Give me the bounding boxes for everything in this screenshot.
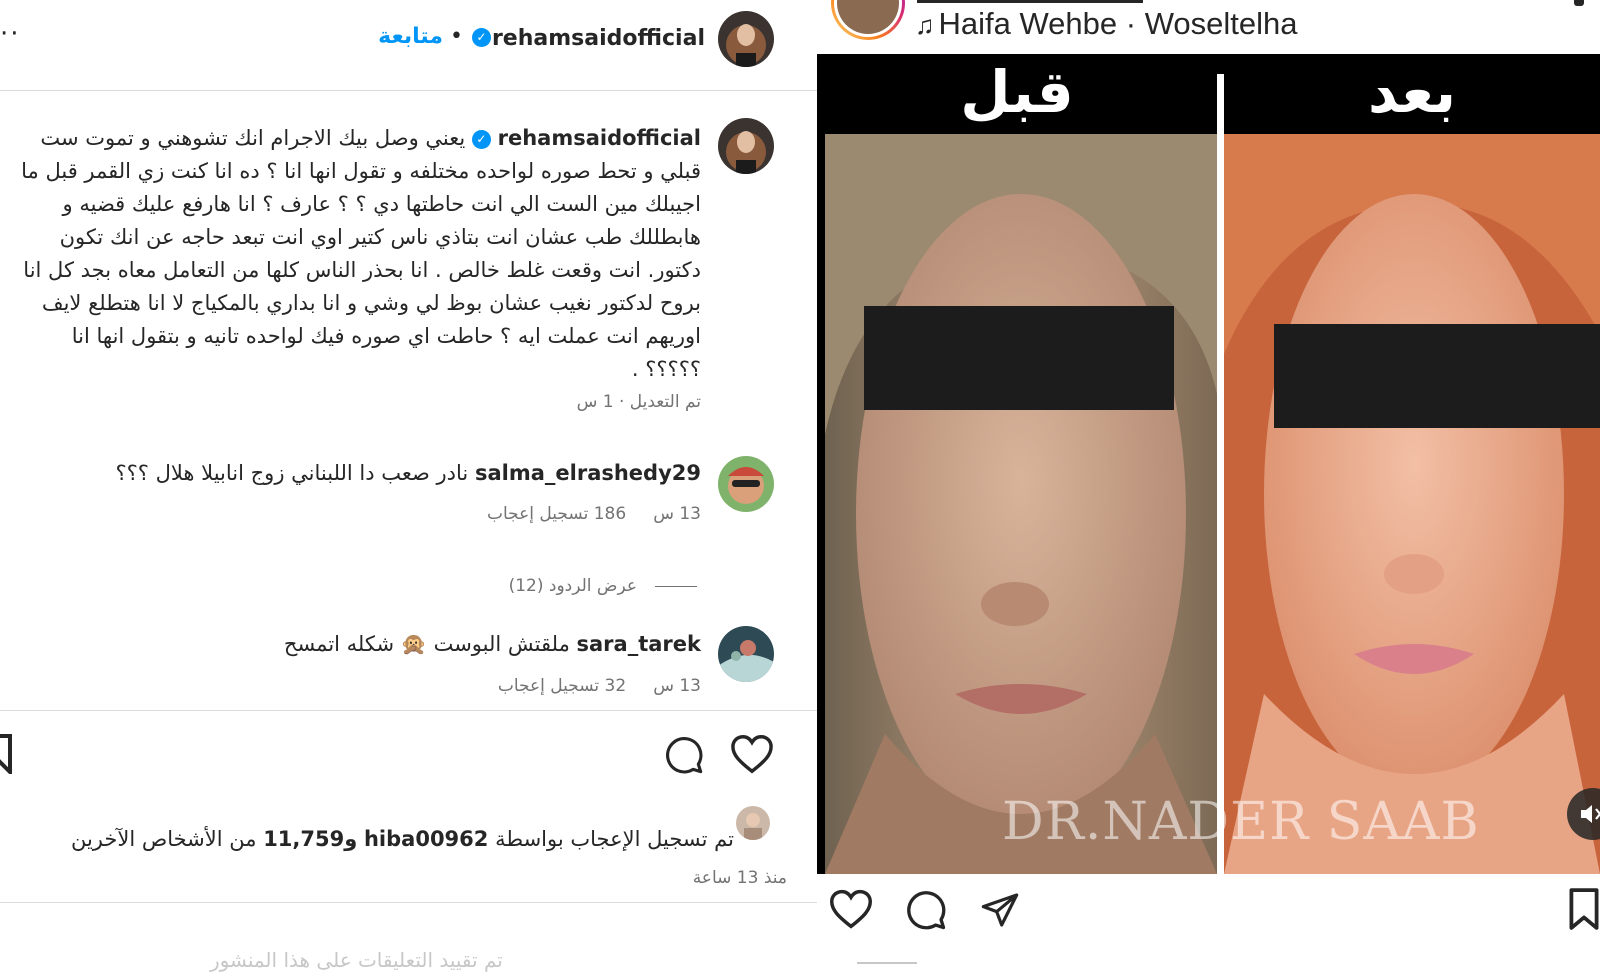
photo-divider <box>1217 74 1224 874</box>
view-replies-label[interactable]: عرض الردود (12) <box>509 576 637 596</box>
watermark: DR.NADER SAAB <box>1002 792 1480 852</box>
comment-avatar[interactable] <box>718 456 774 512</box>
caption-verified-icon: ✓ <box>471 130 491 149</box>
share-icon[interactable] <box>979 890 1021 930</box>
comment-1-time: 13 س <box>653 504 701 524</box>
comment-2-likes[interactable]: 32 تسجيل إعجاب <box>498 676 626 696</box>
bookmark-icon[interactable] <box>1569 888 1599 930</box>
caption-meta: تم التعديل · 1 س <box>576 392 701 412</box>
comment-2-username[interactable]: sara_tarek <box>577 632 701 656</box>
music-note-icon: ♫ <box>915 10 935 40</box>
comment-1-meta: 13 س 186 تسجيل إعجاب <box>487 504 701 524</box>
liker-avatar[interactable] <box>736 806 770 840</box>
actions-divider <box>0 710 817 711</box>
header-divider <box>0 90 817 91</box>
reel-panel: ♫ Haifa Wehbe · Woseltelha قبل بعد DR.NA… <box>817 0 1600 972</box>
comments-restricted-notice: تم تقييد التعليقات على هذا المنشور <box>210 948 503 972</box>
comment-2-meta: 13 س 32 تسجيل إعجاب <box>498 676 701 696</box>
footer-divider <box>0 902 817 903</box>
censor-bar-after <box>1274 324 1600 428</box>
heart-icon[interactable] <box>730 734 774 774</box>
post-time-ago: منذ 13 ساعة <box>692 868 787 888</box>
author-avatar[interactable] <box>718 11 774 67</box>
separator-dot: • <box>450 24 463 49</box>
caption-avatar[interactable] <box>718 118 774 174</box>
comment-avatar[interactable] <box>718 626 774 682</box>
likes-suffix: من الأشخاص الآخرين <box>70 827 257 851</box>
before-label: قبل <box>817 54 1217 134</box>
comment-1-likes[interactable]: 186 تسجيل إعجاب <box>487 504 626 524</box>
comment-1-text: نادر صعب دا اللبناني زوج انابيلا هلال ؟؟… <box>115 461 469 485</box>
comment-1-username[interactable]: salma_elrashedy29 <box>475 461 701 485</box>
mute-icon <box>1581 805 1600 823</box>
reel-username-underline <box>917 0 1143 3</box>
caption-username[interactable]: rehamsaidofficial <box>498 126 701 150</box>
mute-button[interactable] <box>1567 788 1600 840</box>
likes-count[interactable]: و11,759 <box>263 827 357 851</box>
comment-icon[interactable] <box>905 889 947 931</box>
more-options-button[interactable]: ·· <box>0 21 21 47</box>
view-replies-button[interactable]: عرض الردود (12) <box>509 576 697 596</box>
after-label: بعد <box>1224 54 1600 134</box>
reel-media[interactable]: قبل بعد DR.NADER SAAB <box>817 54 1600 874</box>
heart-icon[interactable] <box>829 888 873 930</box>
reel-likes-placeholder <box>857 962 917 964</box>
comment-1: salma_elrashedy29 نادر صعب دا اللبناني ز… <box>116 461 701 485</box>
follow-button[interactable]: متابعة <box>378 24 443 49</box>
likes-user[interactable]: hiba00962 <box>364 827 488 851</box>
comment-2: sara_tarek ملقتش البوست 🙊 شكله اتمسح <box>284 632 701 657</box>
likes-summary: تم تسجيل الإعجاب بواسطة hiba00962 و11,75… <box>71 827 734 851</box>
reel-audio[interactable]: ♫ Haifa Wehbe · Woseltelha <box>915 6 1297 42</box>
post-comments-panel: ·· rehamsaidofficial ✓ • متابعة rehamsai… <box>0 0 817 972</box>
comment-2-text: ملقتش البوست 🙊 شكله اتمسح <box>283 632 570 656</box>
replies-line <box>655 585 697 587</box>
reel-author-avatar[interactable] <box>831 0 905 40</box>
caption-text: يعني وصل بيك الاجرام انك تشوهني و تموت س… <box>21 126 701 381</box>
bookmark-icon[interactable] <box>0 734 14 774</box>
verified-icon: ✓ <box>472 28 491 47</box>
reel-actions <box>817 888 1600 948</box>
censor-bar-before <box>864 306 1174 410</box>
comment-icon[interactable] <box>664 735 704 775</box>
post-caption: rehamsaidofficial ✓ يعني وصل بيك الاجرام… <box>11 122 701 386</box>
likes-prefix: تم تسجيل الإعجاب بواسطة <box>495 827 734 851</box>
reel-more-icon[interactable] <box>1574 0 1584 6</box>
comment-2-time: 13 س <box>653 676 701 696</box>
author-username[interactable]: rehamsaidofficial <box>492 26 705 51</box>
reel-audio-title[interactable]: Haifa Wehbe · Woseltelha <box>939 6 1298 41</box>
after-photo <box>1224 134 1600 874</box>
before-photo <box>825 134 1217 874</box>
